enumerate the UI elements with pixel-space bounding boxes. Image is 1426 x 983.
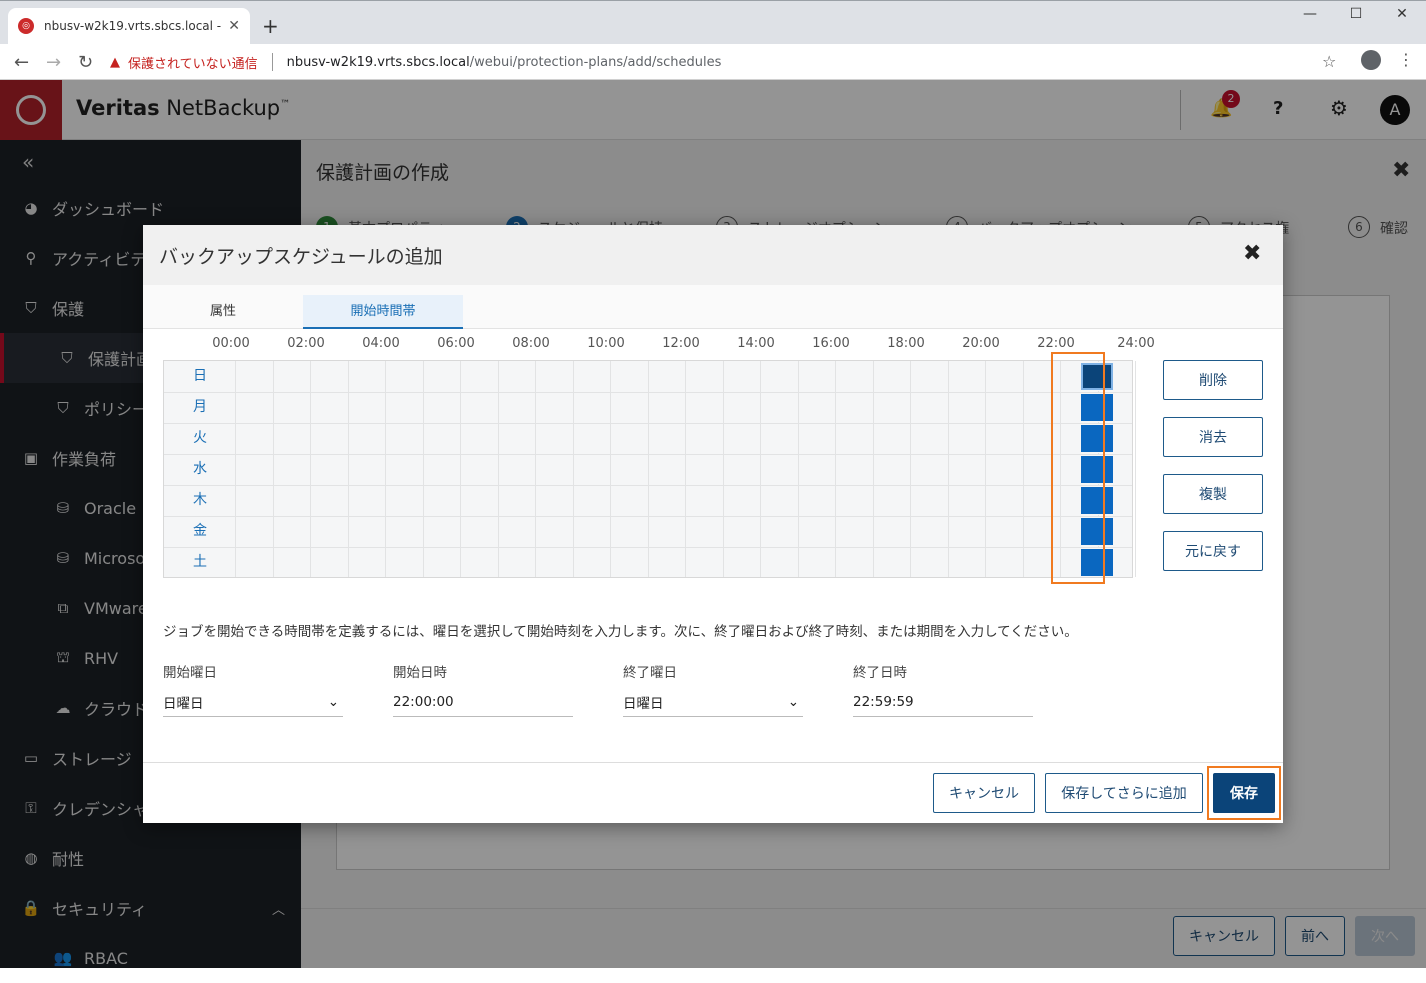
warning-icon: ▲ <box>110 54 120 70</box>
grid-column-line <box>647 361 649 577</box>
forward-icon[interactable]: → <box>46 52 61 73</box>
hour-label: 16:00 <box>812 336 850 351</box>
dialog-title: バックアップスケジュールの追加 <box>159 246 443 268</box>
start-time-label: 開始日時 <box>393 665 447 681</box>
start-time-value: 22:00:00 <box>393 693 454 710</box>
maximize-window-icon[interactable]: ☐ <box>1336 6 1376 22</box>
dialog-footer-divider <box>143 762 1283 763</box>
save-and-add-button[interactable]: 保存してさらに追加 <box>1045 773 1203 813</box>
grid-column-line <box>572 361 574 577</box>
hour-label: 14:00 <box>737 336 775 351</box>
chevron-down-icon: ⌄ <box>327 693 339 710</box>
hour-label: 08:00 <box>512 336 550 351</box>
site-favicon-icon: ◎ <box>18 18 34 34</box>
grid-column-line <box>872 361 874 577</box>
instruction-text: ジョブを開始できる時間帯を定義するには、曜日を選択して開始時刻を入力します。次に… <box>163 624 1078 640</box>
hour-label: 00:00 <box>212 336 250 351</box>
grid-column-line <box>797 361 799 577</box>
grid-column-line <box>535 361 536 577</box>
back-icon[interactable]: ← <box>14 52 29 73</box>
hour-label: 10:00 <box>587 336 625 351</box>
grid-column-line <box>310 361 311 577</box>
grid-column-line <box>235 361 236 577</box>
reload-icon[interactable]: ↻ <box>78 52 93 73</box>
grid-row-line <box>164 516 1132 517</box>
grid-column-line <box>347 361 349 577</box>
grid-row-line <box>164 485 1132 486</box>
end-time-value: 22:59:59 <box>853 693 914 710</box>
grid-row-line <box>164 423 1132 424</box>
hour-label: 04:00 <box>362 336 400 351</box>
undo-button[interactable]: 元に戻す <box>1163 531 1263 571</box>
start-day-select[interactable]: 日曜日 ⌄ <box>163 687 343 717</box>
new-tab-icon[interactable]: + <box>262 14 279 38</box>
close-tab-icon[interactable]: ✕ <box>228 18 240 34</box>
grid-column-line <box>685 361 686 577</box>
grid-column-line <box>385 361 386 577</box>
browser-tab[interactable]: ◎ nbusv-w2k19.vrts.sbcs.local - Net ✕ <box>8 8 250 44</box>
schedule-grid[interactable]: 日 月 火 水 木 金 土 <box>163 360 1136 578</box>
url-divider <box>271 53 273 71</box>
browser-menu-icon[interactable]: ⋮ <box>1398 50 1414 69</box>
insecure-label: 保護されていない通信 <box>128 56 258 72</box>
start-day-label: 開始曜日 <box>163 665 217 681</box>
hour-label: 20:00 <box>962 336 1000 351</box>
cancel-button[interactable]: キャンセル <box>933 773 1035 813</box>
minimize-window-icon[interactable]: — <box>1290 6 1330 22</box>
grid-column-line <box>497 361 499 577</box>
day-label-thu[interactable]: 木 <box>164 485 236 516</box>
hour-label: 12:00 <box>662 336 700 351</box>
day-label-sat[interactable]: 土 <box>164 547 236 578</box>
grid-column-line <box>460 361 461 577</box>
day-label-tue[interactable]: 火 <box>164 423 236 454</box>
browser-tab-title: nbusv-w2k19.vrts.sbcs.local - Net <box>44 19 222 33</box>
end-day-select[interactable]: 日曜日 ⌄ <box>623 687 803 717</box>
grid-column-line <box>1135 361 1136 577</box>
grid-row-line <box>164 547 1132 548</box>
grid-row-line <box>164 392 1132 393</box>
end-day-label: 終了曜日 <box>623 665 677 681</box>
hour-label: 02:00 <box>287 336 325 351</box>
slot-highlight-annotation <box>1051 352 1105 584</box>
chevron-down-icon: ⌄ <box>787 693 799 710</box>
grid-column-line <box>422 361 424 577</box>
bookmark-star-icon[interactable]: ☆ <box>1322 52 1336 71</box>
profile-icon[interactable] <box>1361 50 1381 70</box>
tab-attributes[interactable]: 属性 <box>143 295 303 329</box>
grid-column-line <box>1022 361 1024 577</box>
hour-label: 06:00 <box>437 336 475 351</box>
grid-column-line <box>947 361 949 577</box>
start-time-input[interactable]: 22:00:00 <box>393 687 573 717</box>
grid-column-line <box>985 361 986 577</box>
day-label-wed[interactable]: 水 <box>164 454 236 485</box>
url-host: nbusv-w2k19.vrts.sbcs.local <box>286 54 470 70</box>
duplicate-button[interactable]: 複製 <box>1163 474 1263 514</box>
delete-button[interactable]: 削除 <box>1163 360 1263 400</box>
end-day-value: 日曜日 <box>623 695 664 712</box>
url-field[interactable]: ▲ 保護されていない通信 nbusv-w2k19.vrts.sbcs.local… <box>110 48 1350 76</box>
hour-label: 18:00 <box>887 336 925 351</box>
grid-column-line <box>760 361 761 577</box>
add-schedule-dialog: バックアップスケジュールの追加 ✖ 属性 開始時間帯 00:00 02:00 0… <box>143 225 1283 823</box>
hour-label: 22:00 <box>1037 336 1075 351</box>
grid-column-line <box>272 361 274 577</box>
end-time-input[interactable]: 22:59:59 <box>853 687 1033 717</box>
close-dialog-icon[interactable]: ✖ <box>1243 241 1261 266</box>
url-path: /webui/protection-plans/add/schedules <box>469 54 722 70</box>
start-day-value: 日曜日 <box>163 695 204 712</box>
save-highlight-annotation <box>1207 766 1281 820</box>
clear-button[interactable]: 消去 <box>1163 417 1263 457</box>
end-time-label: 終了日時 <box>853 665 907 681</box>
day-label-sun[interactable]: 日 <box>164 361 236 392</box>
grid-column-line <box>835 361 836 577</box>
day-label-fri[interactable]: 金 <box>164 516 236 547</box>
grid-row-line <box>164 454 1132 455</box>
day-label-mon[interactable]: 月 <box>164 392 236 423</box>
grid-column-line <box>610 361 611 577</box>
hour-label: 24:00 <box>1117 336 1155 351</box>
tab-start-window[interactable]: 開始時間帯 <box>303 295 463 329</box>
grid-column-line <box>722 361 724 577</box>
close-window-icon[interactable]: ✕ <box>1382 6 1422 22</box>
grid-column-line <box>910 361 911 577</box>
